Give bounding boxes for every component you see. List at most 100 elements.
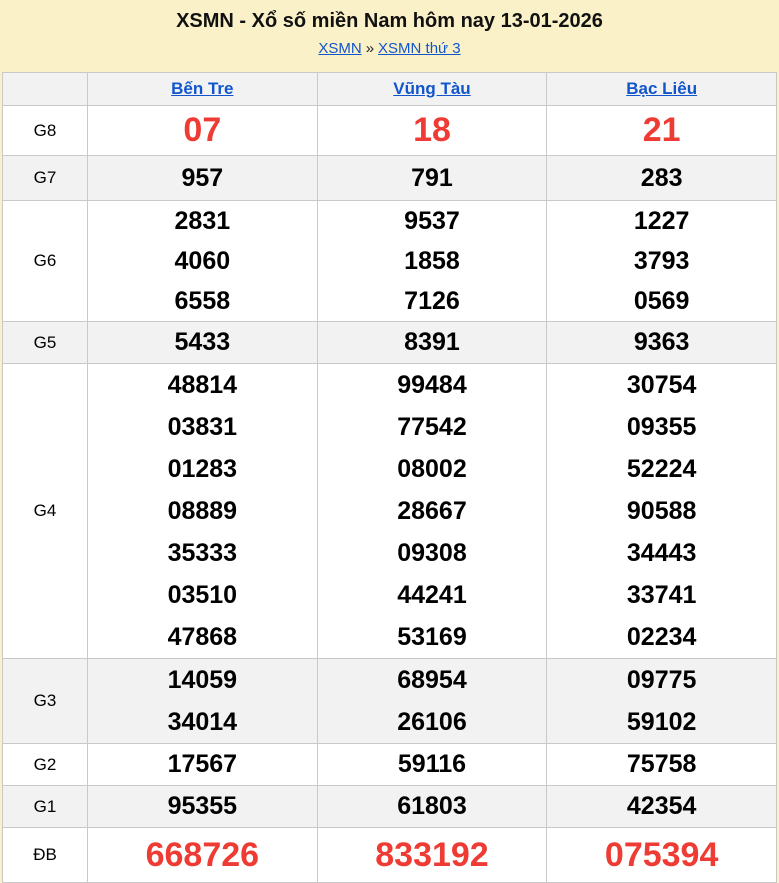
result-number: 77542 xyxy=(318,406,547,448)
result-number: 28667 xyxy=(318,490,547,532)
page-title: XSMN - Xổ số miền Nam hôm nay 13-01-2026 xyxy=(0,10,779,33)
result-cell: 48814 03831 01283 08889 35333 03510 4786… xyxy=(88,364,318,659)
result-number: 791 xyxy=(318,156,547,200)
result-number: 9363 xyxy=(547,322,776,363)
result-number: 08889 xyxy=(88,490,317,532)
result-cell: 14059 34014 xyxy=(88,659,318,744)
result-cell: 8391 xyxy=(317,322,547,364)
result-cell: 42354 xyxy=(547,786,777,828)
result-number: 09775 xyxy=(547,659,776,701)
result-cell: 668726 xyxy=(88,828,318,883)
result-cell: 61803 xyxy=(317,786,547,828)
lottery-results-table: Bến Tre Vũng Tàu Bạc Liêu G8 07 18 21 G7… xyxy=(2,72,777,883)
result-number: 7126 xyxy=(318,281,547,321)
prize-row-g4: G4 48814 03831 01283 08889 35333 03510 4… xyxy=(3,364,777,659)
prize-label-g7: G7 xyxy=(3,156,88,201)
table-header-row: Bến Tre Vũng Tàu Bạc Liêu xyxy=(3,73,777,106)
result-number: 99484 xyxy=(318,364,547,406)
prize-row-g6: G6 2831 4060 6558 9537 1858 7126 1227 37… xyxy=(3,201,777,322)
result-number: 30754 xyxy=(547,364,776,406)
result-number: 35333 xyxy=(88,532,317,574)
page: { "colors": { "page_background": "#fbf1c… xyxy=(0,0,779,883)
result-number: 2831 xyxy=(88,201,317,241)
result-number: 668726 xyxy=(88,828,317,882)
result-number: 53169 xyxy=(318,616,547,658)
prize-row-g1: G1 95355 61803 42354 xyxy=(3,786,777,828)
result-number: 833192 xyxy=(318,828,547,882)
result-number: 1858 xyxy=(318,241,547,281)
result-cell: 2831 4060 6558 xyxy=(88,201,318,322)
result-number: 61803 xyxy=(318,786,547,827)
prize-label-g8: G8 xyxy=(3,106,88,156)
result-number: 283 xyxy=(547,156,776,200)
prize-row-g8: G8 07 18 21 xyxy=(3,106,777,156)
prize-row-g5: G5 5433 8391 9363 xyxy=(3,322,777,364)
result-cell: 59116 xyxy=(317,744,547,786)
result-number: 33741 xyxy=(547,574,776,616)
prize-row-g2: G2 17567 59116 75758 xyxy=(3,744,777,786)
result-number: 68954 xyxy=(318,659,547,701)
result-number: 9537 xyxy=(318,201,547,241)
result-cell: 95355 xyxy=(88,786,318,828)
result-number: 08002 xyxy=(318,448,547,490)
result-number: 21 xyxy=(547,106,776,155)
result-cell: 18 xyxy=(317,106,547,156)
result-number: 0569 xyxy=(547,281,776,321)
result-number: 07 xyxy=(88,106,317,155)
prize-label-g6: G6 xyxy=(3,201,88,322)
result-number: 6558 xyxy=(88,281,317,321)
result-cell: 283 xyxy=(547,156,777,201)
column-header-ben-tre: Bến Tre xyxy=(88,73,318,106)
result-number: 075394 xyxy=(547,828,776,882)
result-number: 90588 xyxy=(547,490,776,532)
result-number: 09308 xyxy=(318,532,547,574)
result-number: 18 xyxy=(318,106,547,155)
result-cell: 09775 59102 xyxy=(547,659,777,744)
result-cell: 1227 3793 0569 xyxy=(547,201,777,322)
result-cell: 30754 09355 52224 90588 34443 33741 0223… xyxy=(547,364,777,659)
result-cell: 07 xyxy=(88,106,318,156)
result-number: 02234 xyxy=(547,616,776,658)
result-number: 52224 xyxy=(547,448,776,490)
result-number: 03831 xyxy=(88,406,317,448)
breadcrumb-link-xsmn[interactable]: XSMN xyxy=(318,40,361,57)
prize-label-g2: G2 xyxy=(3,744,88,786)
province-link-ben-tre[interactable]: Bến Tre xyxy=(171,79,233,98)
breadcrumb-link-xsmn-thu-3[interactable]: XSMN thứ 3 xyxy=(378,40,461,57)
prize-label-db: ĐB xyxy=(3,828,88,883)
result-number: 47868 xyxy=(88,616,317,658)
result-cell: 21 xyxy=(547,106,777,156)
column-header-vung-tau: Vũng Tàu xyxy=(317,73,547,106)
result-number: 5433 xyxy=(88,322,317,363)
result-number: 59102 xyxy=(547,701,776,743)
result-cell: 9363 xyxy=(547,322,777,364)
result-number: 3793 xyxy=(547,241,776,281)
result-number: 17567 xyxy=(88,744,317,785)
province-link-bac-lieu[interactable]: Bạc Liêu xyxy=(626,79,697,98)
result-number: 44241 xyxy=(318,574,547,616)
result-number: 59116 xyxy=(318,744,547,785)
result-number: 01283 xyxy=(88,448,317,490)
result-cell: 68954 26106 xyxy=(317,659,547,744)
breadcrumb-separator: » xyxy=(362,40,378,57)
result-number: 14059 xyxy=(88,659,317,701)
result-cell: 75758 xyxy=(547,744,777,786)
result-number: 1227 xyxy=(547,201,776,241)
result-cell: 17567 xyxy=(88,744,318,786)
result-number: 8391 xyxy=(318,322,547,363)
column-header-bac-lieu: Bạc Liêu xyxy=(547,73,777,106)
result-cell: 5433 xyxy=(88,322,318,364)
result-number: 75758 xyxy=(547,744,776,785)
prize-row-g3: G3 14059 34014 68954 26106 09775 59102 xyxy=(3,659,777,744)
result-number: 34443 xyxy=(547,532,776,574)
prize-row-db: ĐB 668726 833192 075394 xyxy=(3,828,777,883)
result-cell: 075394 xyxy=(547,828,777,883)
result-cell: 833192 xyxy=(317,828,547,883)
result-number: 42354 xyxy=(547,786,776,827)
province-link-vung-tau[interactable]: Vũng Tàu xyxy=(393,79,470,98)
prize-label-g5: G5 xyxy=(3,322,88,364)
prize-row-g7: G7 957 791 283 xyxy=(3,156,777,201)
prize-label-g3: G3 xyxy=(3,659,88,744)
result-number: 95355 xyxy=(88,786,317,827)
result-cell: 957 xyxy=(88,156,318,201)
